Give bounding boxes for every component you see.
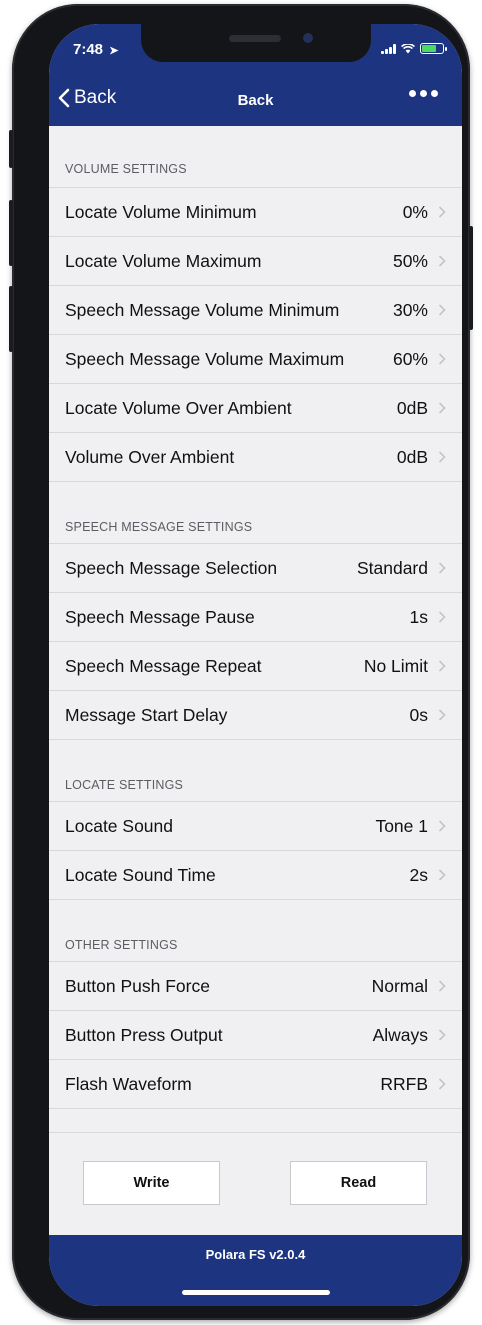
chevron-right-icon [438, 353, 446, 365]
setting-row-locate-volume-over-ambient[interactable]: Locate Volume Over Ambient 0dB [49, 384, 462, 433]
setting-row-locate-sound[interactable]: Locate Sound Tone 1 [49, 802, 462, 851]
setting-label: Locate Volume Maximum [65, 250, 262, 271]
setting-label: Speech Message Repeat [65, 655, 262, 676]
setting-label: Message Start Delay [65, 704, 228, 725]
chevron-right-icon [438, 611, 446, 623]
setting-row-locate-sound-time[interactable]: Locate Sound Time 2s [49, 851, 462, 900]
status-time-text: 7:48 [73, 41, 104, 58]
chevron-right-icon [438, 255, 446, 267]
setting-row-flash-waveform[interactable]: Flash Waveform RRFB [49, 1060, 462, 1109]
section-header-locate: LOCATE SETTINGS [49, 740, 462, 802]
setting-label: Speech Message Selection [65, 557, 278, 578]
setting-row-message-start-delay[interactable]: Message Start Delay 0s [49, 691, 462, 740]
settings-list: VOLUME SETTINGS Locate Volume Minimum 0%… [49, 126, 462, 1109]
setting-value: 30% [392, 299, 428, 320]
setting-value: 0dB [396, 397, 428, 418]
setting-value: 0dB [396, 446, 428, 467]
setting-row-volume-over-ambient[interactable]: Volume Over Ambient 0dB [49, 433, 462, 482]
chevron-right-icon [438, 869, 446, 881]
chevron-right-icon [438, 1078, 446, 1090]
setting-label: Button Press Output [65, 1024, 223, 1045]
setting-label: Volume Over Ambient [65, 446, 235, 467]
setting-label: Locate Volume Over Ambient [65, 397, 292, 418]
chevron-right-icon [438, 304, 446, 316]
setting-row-speech-volume-maximum[interactable]: Speech Message Volume Maximum 60% [49, 335, 462, 384]
dot [420, 90, 427, 97]
setting-value: 0% [402, 201, 428, 222]
status-time: 7:48 ➤ [73, 41, 118, 58]
setting-value: 50% [392, 250, 428, 271]
chevron-right-icon [438, 820, 446, 832]
setting-value: Tone 1 [375, 815, 428, 836]
setting-label: Button Push Force [65, 975, 210, 996]
battery-icon [420, 43, 447, 54]
chevron-right-icon [438, 1029, 446, 1041]
write-button[interactable]: Write [83, 1161, 220, 1205]
mute-switch [9, 130, 13, 168]
setting-label: Speech Message Volume Minimum [65, 299, 340, 320]
setting-value: 2s [409, 864, 428, 885]
setting-row-button-press-output[interactable]: Button Press Output Always [49, 1011, 462, 1060]
setting-row-speech-volume-minimum[interactable]: Speech Message Volume Minimum 30% [49, 286, 462, 335]
chevron-right-icon [438, 980, 446, 992]
setting-value: RRFB [380, 1073, 428, 1094]
chevron-right-icon [438, 660, 446, 672]
camera [303, 33, 313, 43]
setting-value: Always [372, 1024, 428, 1045]
setting-label: Locate Volume Minimum [65, 201, 257, 222]
signal-icon [381, 43, 396, 54]
action-area: Write Read [49, 1132, 462, 1234]
setting-label: Locate Sound [65, 815, 174, 836]
read-button[interactable]: Read [290, 1161, 427, 1205]
setting-value: Standard [356, 557, 428, 578]
setting-value: 60% [392, 348, 428, 369]
home-indicator[interactable] [182, 1290, 330, 1295]
dot [409, 90, 416, 97]
setting-row-locate-volume-maximum[interactable]: Locate Volume Maximum 50% [49, 237, 462, 286]
wifi-icon [401, 43, 415, 53]
nav-title: Back [237, 92, 274, 109]
setting-row-speech-message-repeat[interactable]: Speech Message Repeat No Limit [49, 642, 462, 691]
section-header-speech-message: SPEECH MESSAGE SETTINGS [49, 482, 462, 544]
app-version: Polara FS v2.0.4 [205, 1247, 306, 1262]
setting-value: 1s [409, 606, 428, 627]
chevron-right-icon [438, 206, 446, 218]
screen: 7:48 ➤ Back Back VOLUME SETTINGS Locate … [49, 24, 462, 1306]
setting-value: No Limit [363, 655, 428, 676]
app-header: 7:48 ➤ Back Back [49, 24, 462, 126]
setting-label: Speech Message Volume Maximum [65, 348, 345, 369]
notch [141, 24, 371, 62]
chevron-right-icon [438, 451, 446, 463]
setting-label: Locate Sound Time [65, 864, 216, 885]
chevron-right-icon [438, 402, 446, 414]
volume-down-button [9, 286, 13, 352]
setting-value: Normal [371, 975, 428, 996]
setting-row-locate-volume-minimum[interactable]: Locate Volume Minimum 0% [49, 188, 462, 237]
footer-bar: Polara FS v2.0.4 [49, 1235, 462, 1306]
dot [431, 90, 438, 97]
setting-row-button-push-force[interactable]: Button Push Force Normal [49, 962, 462, 1011]
speaker [229, 35, 281, 42]
phone-frame: 7:48 ➤ Back Back VOLUME SETTINGS Locate … [9, 4, 473, 1320]
setting-label: Flash Waveform [65, 1073, 192, 1094]
power-button [469, 226, 473, 330]
more-options-button[interactable] [409, 90, 438, 97]
section-header-volume: VOLUME SETTINGS [49, 126, 462, 188]
location-arrow-icon: ➤ [109, 45, 119, 57]
setting-row-speech-message-selection[interactable]: Speech Message Selection Standard [49, 544, 462, 593]
setting-row-speech-message-pause[interactable]: Speech Message Pause 1s [49, 593, 462, 642]
chevron-right-icon [438, 562, 446, 574]
status-icons [381, 43, 447, 54]
setting-value: 0s [409, 704, 428, 725]
volume-up-button [9, 200, 13, 266]
setting-label: Speech Message Pause [65, 606, 255, 627]
chevron-right-icon [438, 709, 446, 721]
section-header-other: OTHER SETTINGS [49, 900, 462, 962]
